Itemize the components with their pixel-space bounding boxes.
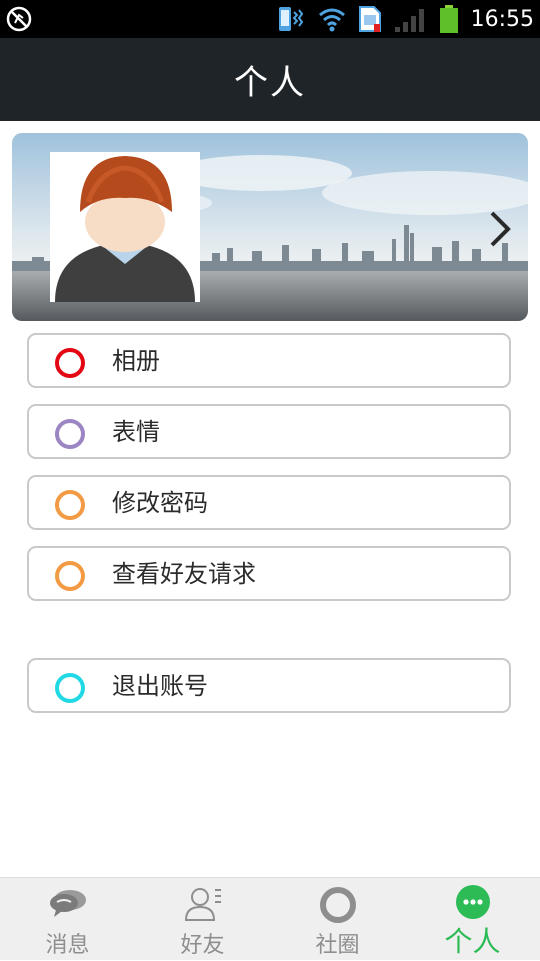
cyan-ring-icon (55, 673, 85, 703)
menu-item-label: 表情 (112, 418, 160, 446)
nav-tab-label: 个人 (444, 925, 501, 958)
nav-tab-circle[interactable]: 社圈 (270, 878, 405, 961)
menu-item-friend-requests[interactable]: 查看好友请求 (27, 546, 511, 601)
page-title: 个人 (234, 63, 306, 103)
menu-item-emoticons[interactable]: 表情 (27, 404, 511, 459)
no-sim-icon (6, 6, 32, 32)
avatar[interactable] (50, 152, 200, 302)
sim-card-icon (358, 6, 381, 32)
title-bar: 个人 (0, 38, 540, 121)
red-ring-icon (55, 348, 85, 378)
logout-label: 退出账号 (112, 672, 208, 700)
menu-item-change-password[interactable]: 修改密码 (27, 475, 511, 530)
clock: 16:55 (470, 6, 534, 32)
menu-item-label: 修改密码 (112, 489, 208, 517)
logout-button[interactable]: 退出账号 (27, 658, 511, 713)
menu-item-label: 查看好友请求 (112, 560, 256, 588)
circle-icon (319, 887, 356, 923)
nav-tab-label: 好友 (180, 933, 225, 958)
chevron-right-icon[interactable] (486, 209, 514, 249)
orange-ring-icon (55, 561, 85, 591)
menu-item-label: 相册 (112, 347, 160, 375)
nav-tab-label: 社圈 (315, 933, 360, 958)
nav-tab-label: 消息 (45, 933, 90, 958)
nav-tab-friends[interactable]: 好友 (135, 878, 270, 961)
contacts-icon (184, 888, 221, 921)
purple-ring-icon (55, 419, 85, 449)
bottom-nav: 消息 好友 社圈 个人 (0, 877, 540, 960)
chat-bubble-icon (49, 890, 86, 917)
user-avatar-icon (55, 156, 195, 302)
nav-tab-messages[interactable]: 消息 (0, 878, 135, 961)
signal-icon (394, 9, 424, 32)
battery-icon (439, 5, 458, 33)
orange-ring-icon (55, 490, 85, 520)
status-bar: 16:55 (0, 0, 540, 38)
nav-tab-profile[interactable]: 个人 (405, 878, 540, 961)
menu-item-album[interactable]: 相册 (27, 333, 511, 388)
profile-banner[interactable] (12, 133, 528, 321)
vibrate-mode-icon (278, 7, 303, 31)
wifi-icon (318, 8, 345, 32)
more-dots-icon (455, 885, 490, 919)
